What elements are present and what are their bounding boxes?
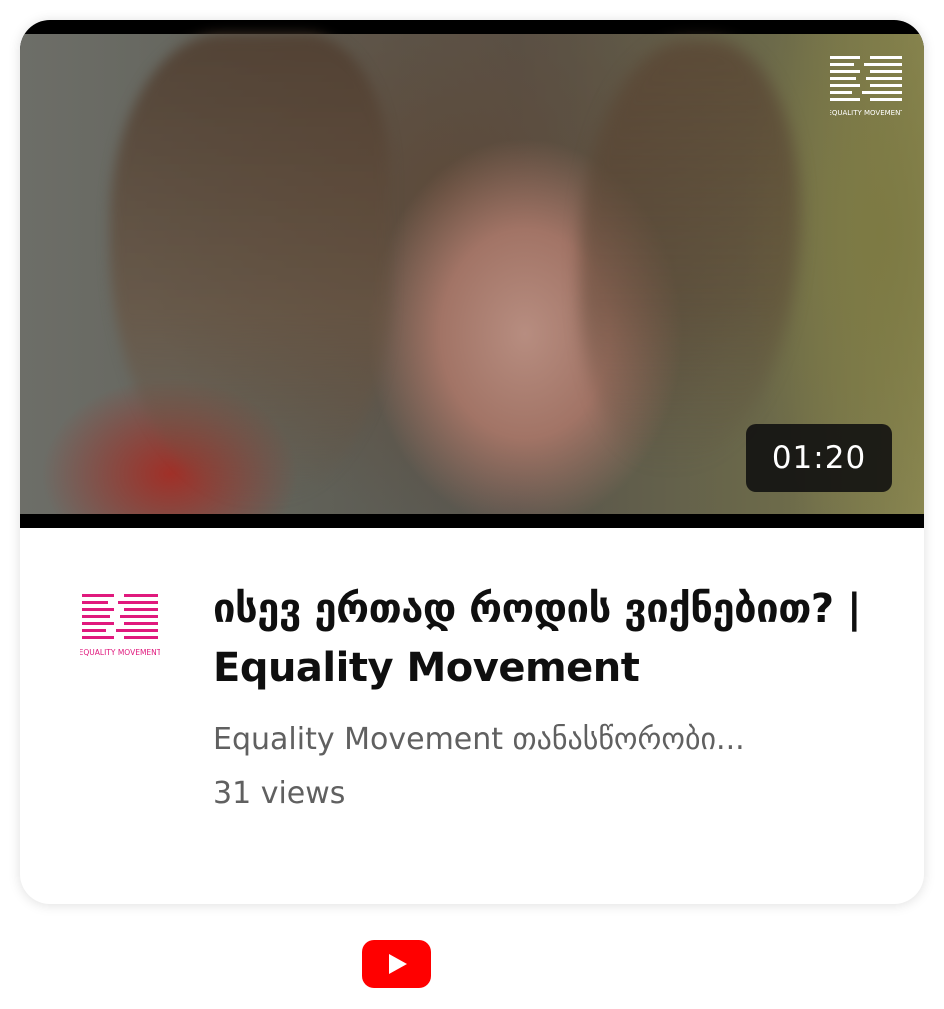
svg-text:EQUALITY MOVEMENT: EQUALITY MOVEMENT	[80, 648, 160, 657]
video-title[interactable]: ისევ ერთად როდის ვიქნებით? | Equality Mo…	[213, 580, 873, 698]
youtube-play-icon[interactable]	[362, 940, 431, 988]
video-thumbnail[interactable]: EQUALITY MOVEMENT 01:20	[20, 20, 924, 528]
equality-movement-watermark-icon: EQUALITY MOVEMENT	[830, 56, 902, 117]
video-duration-badge: 01:20	[746, 424, 892, 492]
channel-avatar-logo[interactable]: EQUALITY MOVEMENT	[80, 594, 160, 664]
channel-name[interactable]: Equality Movement თანასწორობი...	[213, 720, 873, 760]
video-card[interactable]: EQUALITY MOVEMENT 01:20 EQUALITY MOVEMEN…	[20, 20, 924, 904]
svg-text:EQUALITY MOVEMENT: EQUALITY MOVEMENT	[830, 109, 902, 117]
view-count: 31 views	[213, 776, 346, 811]
video-info: ისევ ერთად როდის ვიქნებით? | Equality Mo…	[213, 580, 873, 814]
